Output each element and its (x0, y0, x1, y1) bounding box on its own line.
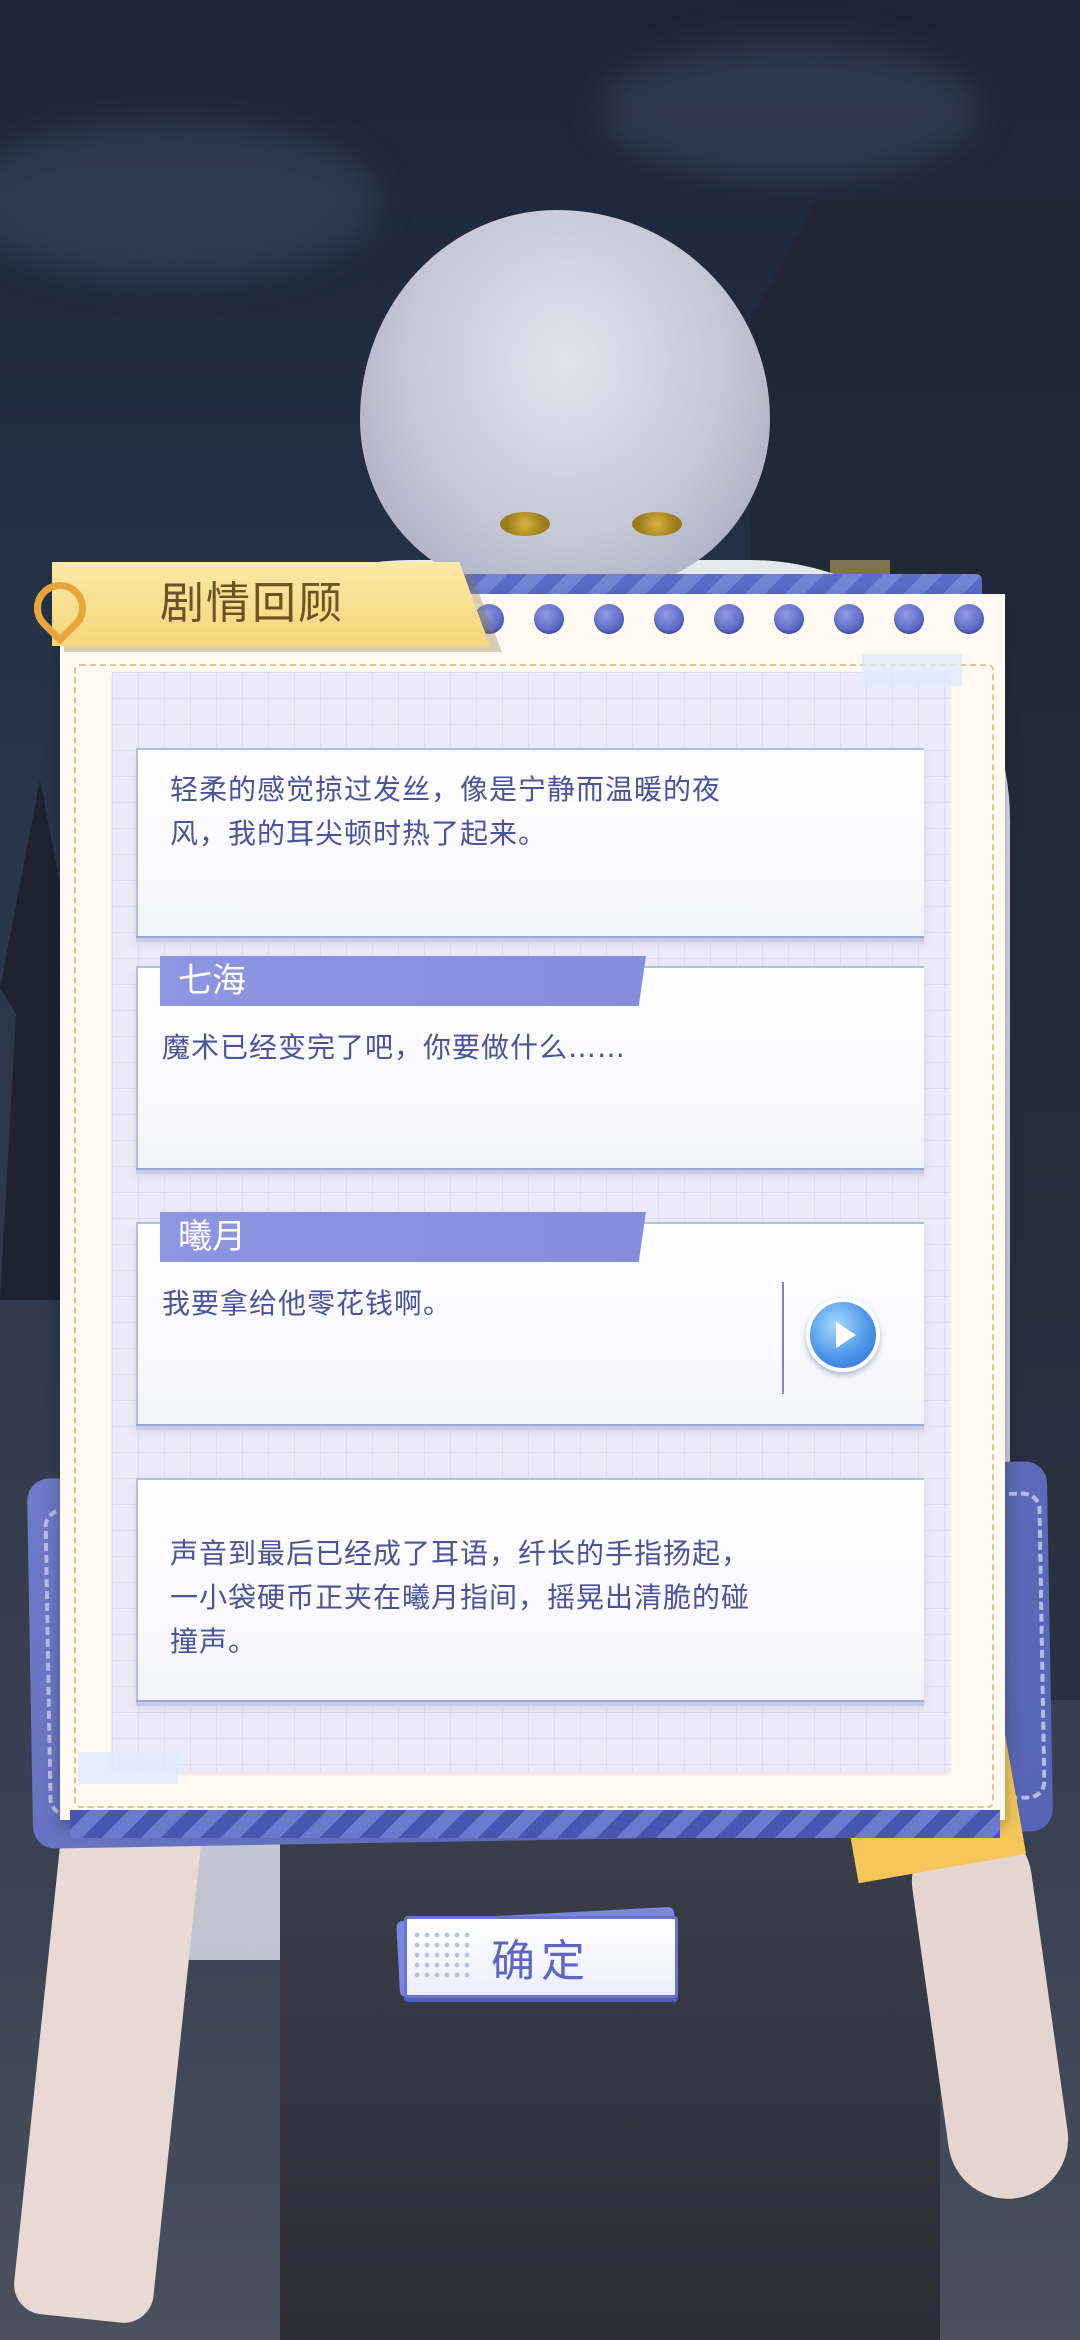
speaker-name: 七海 (178, 961, 246, 1001)
character-eye (500, 512, 550, 536)
speaker-name: 曦月 (178, 1217, 246, 1257)
speaker-name-tag: 曦月 (160, 1212, 646, 1262)
character-pants (280, 1830, 940, 2340)
speaker-name-tag: 七海 (160, 956, 646, 1006)
voice-replay-button[interactable] (806, 1298, 880, 1372)
dialogue-text: 我要拿给他零花钱啊。 (162, 1287, 453, 1320)
dialogue-entry-narration: 声音到最后已经成了耳语，纤长的手指扬起，一小袋硬币正夹在曦月指间，摇晃出清脆的碰… (136, 1478, 924, 1702)
night-cloud (0, 120, 380, 280)
play-icon (836, 1322, 856, 1348)
night-cloud (600, 40, 980, 180)
dialogue-entry: 曦月 我要拿给他零花钱啊。 (136, 1212, 924, 1426)
dialogue-text: 轻柔的感觉掠过发丝，像是宁静而温暖的夜风，我的耳尖顿时热了起来。 (170, 773, 722, 850)
dialogue-entry: 七海 魔术已经变完了吧，你要做什么…… (136, 956, 924, 1170)
voice-divider (782, 1282, 784, 1394)
tape-decoration (78, 1752, 178, 1784)
character-hair (360, 210, 770, 590)
game-scene: 剧情回顾 轻柔的感觉掠过发丝，像是宁静而温暖的夜风，我的耳尖顿时热了起来。 七海… (0, 0, 1080, 2340)
dialogue-text: 声音到最后已经成了耳语，纤长的手指扬起，一小袋硬币正夹在曦月指间，摇晃出清脆的碰… (170, 1537, 751, 1658)
character-eye (632, 512, 682, 536)
dialogue-text: 魔术已经变完了吧，你要做什么…… (162, 1031, 627, 1064)
binder-holes (474, 604, 984, 640)
tape-decoration (862, 654, 962, 686)
panel-bottom-stripe (70, 1810, 1000, 1838)
panel-title: 剧情回顾 (160, 578, 344, 629)
dialogue-entry-narration: 轻柔的感觉掠过发丝，像是宁静而温暖的夜风，我的耳尖顿时热了起来。 (136, 748, 924, 938)
confirm-button-pattern (412, 1930, 472, 1980)
